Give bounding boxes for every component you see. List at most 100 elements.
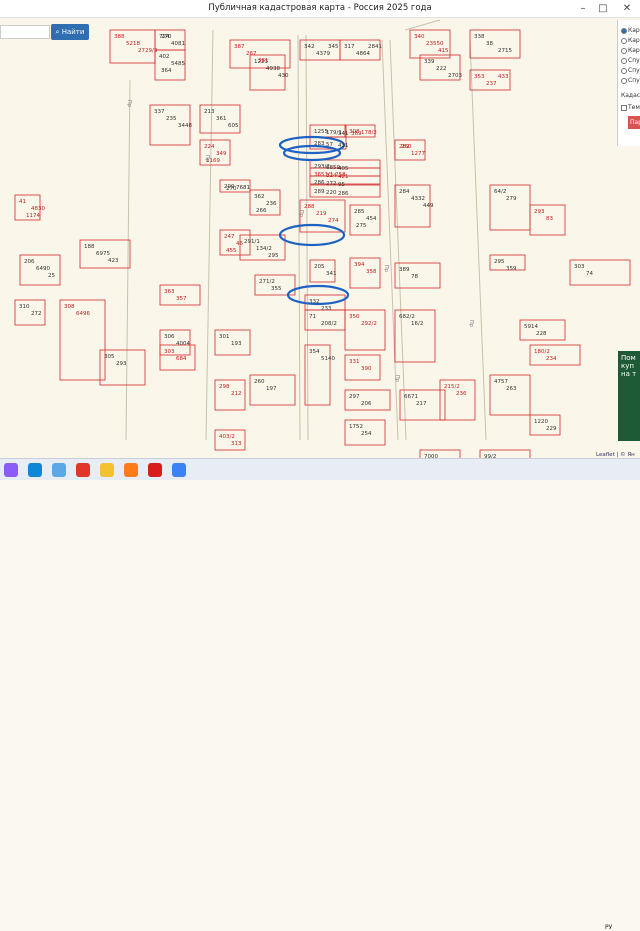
parcel-number: 267 <box>246 51 257 57</box>
apps-icon[interactable] <box>52 463 66 477</box>
parcel-outline[interactable] <box>519 319 566 341</box>
ad-banner[interactable]: Пом куп на т <box>618 351 640 441</box>
parcel-number: 358 <box>366 269 377 275</box>
parcel-number: 421 <box>338 174 349 180</box>
parcel-outline[interactable] <box>304 309 346 331</box>
parcel-number: 363 <box>164 289 175 295</box>
yandex-icon[interactable] <box>148 463 162 477</box>
window-title: Публичная кадастровая карта - Россия 202… <box>208 3 432 13</box>
parcel-number: 297 <box>349 394 360 400</box>
search-input[interactable] <box>0 25 50 39</box>
parcel-outline[interactable] <box>159 284 201 306</box>
parcel-number: 25 <box>48 273 55 279</box>
road-label: Пр <box>468 320 474 327</box>
layer-panel: Кар Кар Кар Спу Спу Спу Кадас Тем Пар <box>617 20 640 146</box>
parcel-number: 288 <box>304 204 315 210</box>
parcel-number: 237 <box>486 81 497 87</box>
layer-option[interactable]: Кар <box>621 37 640 46</box>
parcel-number: 364 <box>161 68 172 74</box>
cadastral-map[interactable]: 388 724 402 387 342 317 340 339 338 353 337 213 224 1… <box>0 18 640 458</box>
firefox-icon[interactable] <box>124 463 138 477</box>
parcel-number: 350 <box>349 314 360 320</box>
explorer-icon[interactable] <box>100 463 114 477</box>
weather-icon[interactable] <box>172 463 186 477</box>
parcel-number: 6490 <box>36 266 50 272</box>
parcel-number: 272 <box>326 181 337 187</box>
radio-icon <box>621 57 627 64</box>
yandex-browser-icon[interactable] <box>76 463 90 477</box>
road-lines <box>125 19 487 441</box>
layer-option[interactable]: Кар <box>621 27 640 36</box>
parcel-number: 1220 <box>534 419 548 425</box>
parcel-number: 361 <box>258 58 269 64</box>
parcel-number: 317 <box>344 44 355 50</box>
apply-button[interactable]: Пар <box>628 116 640 129</box>
parcel-number: 197 <box>266 386 277 392</box>
parcel-number: 286 <box>314 180 325 186</box>
parcel-number: 454 <box>366 216 377 222</box>
parcel-number: 332 <box>309 299 320 305</box>
tray-language[interactable]: РУ <box>605 924 612 931</box>
parcel-outline[interactable] <box>339 39 381 61</box>
parcel-number: 234 <box>546 356 557 362</box>
parcel-number: 235 <box>166 116 177 122</box>
parcel-outline[interactable] <box>154 29 186 51</box>
layer-option[interactable]: Спу <box>621 67 640 76</box>
map-canvas[interactable]: 388 724402387 342 317340339338353337 2132241… <box>0 18 640 458</box>
parcel-number: 341 <box>326 271 337 277</box>
purple-app-icon[interactable] <box>4 463 18 477</box>
parcel-number: 339 <box>424 59 435 65</box>
parcel-number: 4332 <box>411 196 425 202</box>
parcel-number: 305 <box>104 354 115 360</box>
parcel-number: 341 <box>338 131 349 137</box>
parcel-number: 220 <box>326 190 337 196</box>
road-label: Пр <box>383 265 389 272</box>
parcel-number: 2729/3 <box>138 48 158 54</box>
maximize-icon[interactable]: □ <box>596 2 610 16</box>
radio-icon <box>621 67 627 74</box>
parcel-number: 298 <box>219 384 230 390</box>
layer-option[interactable]: Спу <box>621 77 640 86</box>
layer-option[interactable]: Кар <box>621 47 640 56</box>
parcel-number: 266 <box>256 208 267 214</box>
parcel-number: 272 <box>31 311 42 317</box>
parcel-number: 279 <box>506 196 517 202</box>
parcel-number: 430 <box>278 73 289 79</box>
parcel-number: 433 <box>498 74 509 80</box>
parcel-number: 188 <box>84 244 95 250</box>
parcel-outline[interactable] <box>344 389 391 411</box>
parcel-number: 390 <box>361 366 372 372</box>
parcel-number: 349 <box>216 151 227 157</box>
find-button[interactable]: ⌕ Найти <box>51 24 89 40</box>
parcel-outline[interactable] <box>529 414 561 436</box>
parcel-number: 178/2 <box>361 130 377 136</box>
layer-option[interactable]: Спу <box>621 57 640 66</box>
parcel-outline[interactable] <box>529 344 581 366</box>
parcel-number: 415 <box>438 48 449 54</box>
minimize-icon[interactable]: – <box>576 2 590 16</box>
parcel-number: 5140 <box>321 356 335 362</box>
parcel-number: 260 <box>254 379 265 385</box>
parcel-number: 337 <box>154 109 165 115</box>
parcel-number: 206 <box>24 259 35 265</box>
parcel-number: 41 <box>19 199 26 205</box>
edge-icon[interactable] <box>28 463 42 477</box>
parcel-number: 217 <box>416 401 427 407</box>
parcel-number: 71 <box>309 314 316 320</box>
parcel-number: 354 <box>309 349 320 355</box>
close-icon[interactable]: ✕ <box>620 2 634 16</box>
parcel-number: 274 <box>328 218 339 224</box>
parcel-outline[interactable] <box>469 69 511 91</box>
parcel-number: 6496 <box>76 311 90 317</box>
parcel-number: 389 <box>399 267 410 273</box>
parcel-number: 324 <box>326 173 337 179</box>
parcel-number: 260 <box>401 144 412 150</box>
checkbox-icon <box>621 104 627 111</box>
parcel-outline[interactable] <box>214 429 246 451</box>
layer-option-label: Кар <box>628 37 640 44</box>
parcel-number: 6975 <box>96 251 110 257</box>
parcel-outline[interactable] <box>394 139 426 161</box>
parcel-number: 295 <box>268 253 279 259</box>
theme-checkbox[interactable]: Тем <box>621 104 640 113</box>
parcel-number: 78 <box>411 274 418 280</box>
